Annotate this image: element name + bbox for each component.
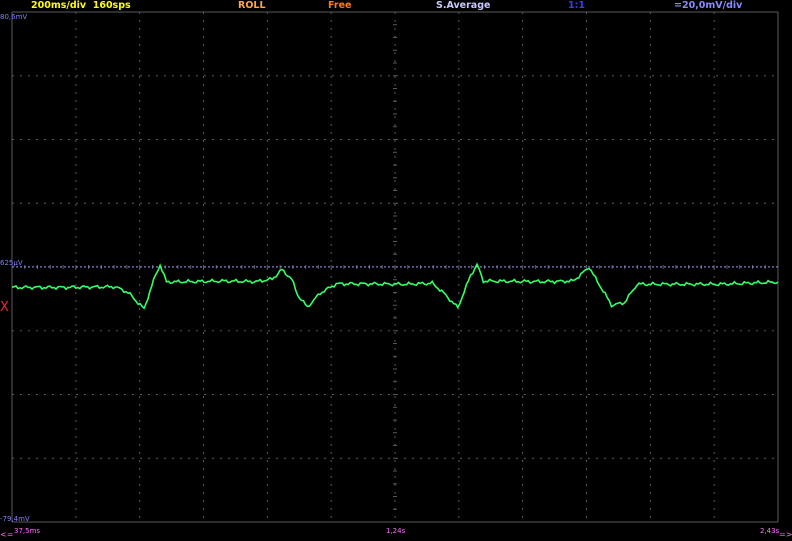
channel-ground-marker[interactable]: X [0,301,9,315]
time-mid-label: 1,24s [386,527,406,535]
trigger-level-label: 625µV [0,259,23,267]
time-end-label: 2,43s [760,527,780,535]
bottom-voltage-label: -79,4mV [0,515,30,523]
graticule [11,11,779,523]
scroll-left-arrow[interactable]: <= [0,531,13,539]
time-start-label: 37,5ms [14,527,41,535]
top-voltage-label: 80,6mV [0,13,28,21]
scope-screen[interactable] [0,0,792,541]
scroll-right-arrow[interactable]: => [779,531,792,539]
